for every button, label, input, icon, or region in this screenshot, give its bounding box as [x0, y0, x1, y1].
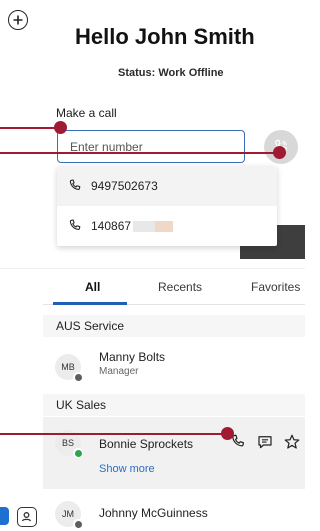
phone-number-input[interactable]	[57, 130, 245, 163]
status-text: Status: Work Offline	[118, 67, 224, 79]
presence-offline-icon	[73, 519, 83, 529]
redacted-digits	[155, 220, 174, 232]
annotation-dot	[273, 146, 286, 159]
show-more-link[interactable]: Show more	[99, 463, 155, 475]
tab-all[interactable]: All	[85, 280, 100, 294]
annotation-line	[0, 433, 230, 435]
contacts-panel: All Recents Favorites AUS Service MB Man…	[43, 269, 305, 531]
phone-icon	[69, 179, 81, 190]
avatar-initials: JM	[62, 509, 74, 519]
contact-name: Bonnie Sprockets	[99, 437, 194, 451]
chat-icon[interactable]	[256, 433, 274, 451]
avatar-initials: BS	[61, 438, 74, 448]
annotation-dot	[221, 427, 234, 440]
recent-number-text: 140867	[91, 219, 132, 233]
group-header-uk-sales: UK Sales	[43, 394, 305, 416]
make-call-label: Make a call	[56, 106, 117, 120]
recent-numbers-dropdown: 9497502673 140867	[57, 166, 277, 246]
active-tab-indicator	[53, 302, 127, 305]
group-header-aus-service: AUS Service	[43, 315, 305, 337]
annotation-line	[0, 152, 280, 154]
avatar: MB	[55, 354, 83, 382]
annotation-dot	[54, 121, 67, 134]
phone-icon	[69, 219, 81, 230]
contact-row[interactable]: BS Bonnie Sprockets Show more	[43, 417, 305, 489]
tab-recents[interactable]: Recents	[158, 280, 202, 294]
presence-available-icon	[73, 448, 83, 458]
tab-favorites[interactable]: Favorites	[251, 280, 300, 294]
contact-role: Manager	[99, 366, 139, 377]
redacted-digits	[133, 220, 156, 232]
contact-name: Manny Bolts	[99, 350, 166, 364]
annotation-line	[0, 127, 60, 129]
plus-icon	[13, 15, 23, 25]
recent-number-text: 9497502673	[91, 179, 158, 193]
avatar-initials: MB	[61, 362, 75, 372]
contacts-rail-button[interactable]	[17, 507, 37, 527]
left-rail	[0, 0, 40, 531]
contacts-icon	[21, 512, 32, 522]
avatar: JM	[55, 501, 83, 529]
presence-offline-icon	[73, 372, 83, 382]
tab-bar: All Recents Favorites	[43, 269, 305, 305]
page-title: Hello John Smith	[75, 24, 255, 49]
contact-row[interactable]: MB Manny Bolts Manager	[43, 344, 305, 384]
recent-number-item[interactable]: 140867	[57, 206, 277, 246]
recent-number-item[interactable]: 9497502673	[57, 166, 277, 206]
contact-row[interactable]: JM Johnny McGuinness	[43, 497, 305, 531]
star-icon[interactable]	[283, 433, 301, 451]
contact-actions	[229, 433, 301, 451]
add-button[interactable]	[8, 10, 28, 30]
rail-selection-indicator	[0, 507, 9, 525]
contact-name: Johnny McGuinness	[99, 506, 208, 520]
